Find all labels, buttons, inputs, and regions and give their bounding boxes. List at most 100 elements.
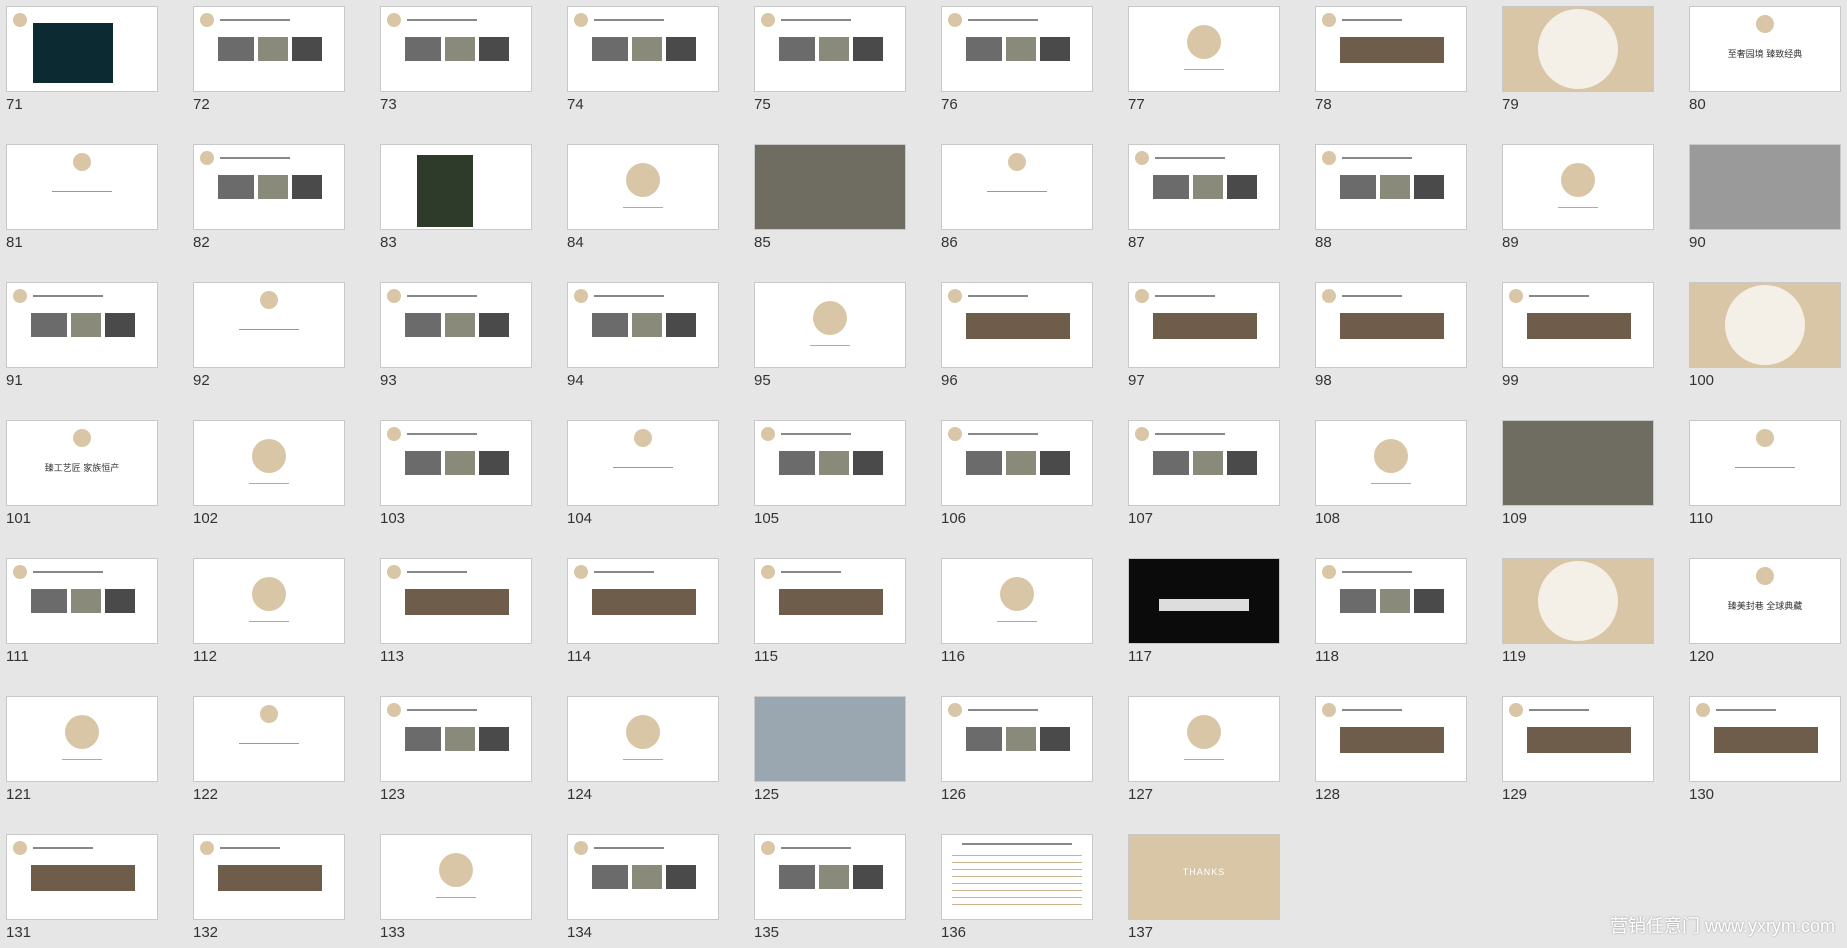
slide-thumbnail-91[interactable]: 91 [6,282,158,388]
slide-preview[interactable] [193,282,345,368]
slide-thumbnail-99[interactable]: 99 [1502,282,1654,388]
slide-preview[interactable] [567,6,719,92]
slide-preview[interactable] [1689,144,1841,230]
slide-preview[interactable] [380,420,532,506]
slide-preview[interactable]: 臻美封巷 全球典藏 [1689,558,1841,644]
slide-preview[interactable] [754,6,906,92]
slide-thumbnail-74[interactable]: 74 [567,6,719,112]
slide-preview[interactable] [754,696,906,782]
slide-preview[interactable] [1689,420,1841,506]
slide-preview[interactable] [754,420,906,506]
slide-thumbnail-90[interactable]: 90 [1689,144,1841,250]
slide-preview[interactable] [1315,6,1467,92]
slide-thumbnail-129[interactable]: 129 [1502,696,1654,802]
slide-thumbnail-84[interactable]: 84 [567,144,719,250]
slide-thumbnail-136[interactable]: 136 [941,834,1093,940]
slide-thumbnail-104[interactable]: 104 [567,420,719,526]
slide-thumbnail-75[interactable]: 75 [754,6,906,112]
slide-thumbnail-132[interactable]: 132 [193,834,345,940]
slide-preview[interactable] [567,696,719,782]
slide-preview[interactable] [6,6,158,92]
slide-preview[interactable] [6,558,158,644]
slide-preview[interactable] [380,144,532,230]
slide-thumbnail-71[interactable]: 71 [6,6,158,112]
slide-thumbnail-116[interactable]: 116 [941,558,1093,664]
slide-preview[interactable] [193,558,345,644]
slide-thumbnail-80[interactable]: 至奢园境 臻致经典 80 [1689,6,1841,112]
slide-thumbnail-88[interactable]: 88 [1315,144,1467,250]
slide-thumbnail-101[interactable]: 臻工艺匠 家族恒产 101 [6,420,158,526]
slide-preview[interactable] [6,144,158,230]
slide-thumbnail-85[interactable]: 85 [754,144,906,250]
slide-thumbnail-78[interactable]: 78 [1315,6,1467,112]
slide-thumbnail-79[interactable]: 79 [1502,6,1654,112]
slide-thumbnail-126[interactable]: 126 [941,696,1093,802]
slide-thumbnail-92[interactable]: 92 [193,282,345,388]
slide-preview[interactable] [941,144,1093,230]
slide-thumbnail-118[interactable]: 118 [1315,558,1467,664]
slide-thumbnail-110[interactable]: 110 [1689,420,1841,526]
slide-preview[interactable] [193,144,345,230]
slide-preview[interactable] [1689,696,1841,782]
slide-preview[interactable] [941,282,1093,368]
slide-thumbnail-87[interactable]: 87 [1128,144,1280,250]
slide-thumbnail-109[interactable]: 109 [1502,420,1654,526]
slide-preview[interactable] [1128,282,1280,368]
slide-preview[interactable] [567,420,719,506]
slide-thumbnail-96[interactable]: 96 [941,282,1093,388]
slide-preview[interactable] [941,696,1093,782]
slide-thumbnail-127[interactable]: 127 [1128,696,1280,802]
slide-preview[interactable]: 臻工艺匠 家族恒产 [6,420,158,506]
slide-preview[interactable] [941,420,1093,506]
slide-preview[interactable] [1315,420,1467,506]
slide-preview[interactable] [1315,696,1467,782]
slide-preview[interactable] [1502,420,1654,506]
slide-thumbnail-137[interactable]: THANKS 137 [1128,834,1280,940]
slide-thumbnail-108[interactable]: 108 [1315,420,1467,526]
slide-preview[interactable] [1128,558,1280,644]
slide-preview[interactable] [1128,420,1280,506]
slide-preview[interactable] [567,834,719,920]
slide-thumbnail-103[interactable]: 103 [380,420,532,526]
slide-preview[interactable]: THANKS [1128,834,1280,920]
slide-thumbnail-107[interactable]: 107 [1128,420,1280,526]
slide-thumbnail-133[interactable]: 133 [380,834,532,940]
slide-preview[interactable] [1128,6,1280,92]
slide-preview[interactable] [6,696,158,782]
slide-preview[interactable] [754,558,906,644]
slide-thumbnail-81[interactable]: 81 [6,144,158,250]
slide-preview[interactable] [193,834,345,920]
slide-thumbnail-124[interactable]: 124 [567,696,719,802]
slide-thumbnail-113[interactable]: 113 [380,558,532,664]
slide-preview[interactable] [1315,558,1467,644]
slide-preview[interactable] [1128,696,1280,782]
slide-preview[interactable] [193,420,345,506]
slide-preview[interactable] [380,558,532,644]
slide-thumbnail-98[interactable]: 98 [1315,282,1467,388]
slide-thumbnail-123[interactable]: 123 [380,696,532,802]
slide-thumbnail-128[interactable]: 128 [1315,696,1467,802]
slide-preview[interactable] [1502,144,1654,230]
slide-thumbnail-106[interactable]: 106 [941,420,1093,526]
slide-thumbnail-134[interactable]: 134 [567,834,719,940]
slide-thumbnail-89[interactable]: 89 [1502,144,1654,250]
slide-thumbnail-86[interactable]: 86 [941,144,1093,250]
slide-preview[interactable] [1502,6,1654,92]
slide-thumbnail-77[interactable]: 77 [1128,6,1280,112]
slide-thumbnail-111[interactable]: 111 [6,558,158,664]
slide-preview[interactable] [6,834,158,920]
slide-thumbnail-125[interactable]: 125 [754,696,906,802]
slide-preview[interactable] [754,834,906,920]
slide-preview[interactable] [941,558,1093,644]
slide-thumbnail-119[interactable]: 119 [1502,558,1654,664]
slide-preview[interactable] [6,282,158,368]
slide-thumbnail-117[interactable]: 117 [1128,558,1280,664]
slide-thumbnail-112[interactable]: 112 [193,558,345,664]
slide-thumbnail-97[interactable]: 97 [1128,282,1280,388]
slide-thumbnail-95[interactable]: 95 [754,282,906,388]
slide-thumbnail-72[interactable]: 72 [193,6,345,112]
slide-preview[interactable] [193,6,345,92]
slide-thumbnail-73[interactable]: 73 [380,6,532,112]
slide-preview[interactable] [1502,282,1654,368]
slide-preview[interactable] [1315,282,1467,368]
